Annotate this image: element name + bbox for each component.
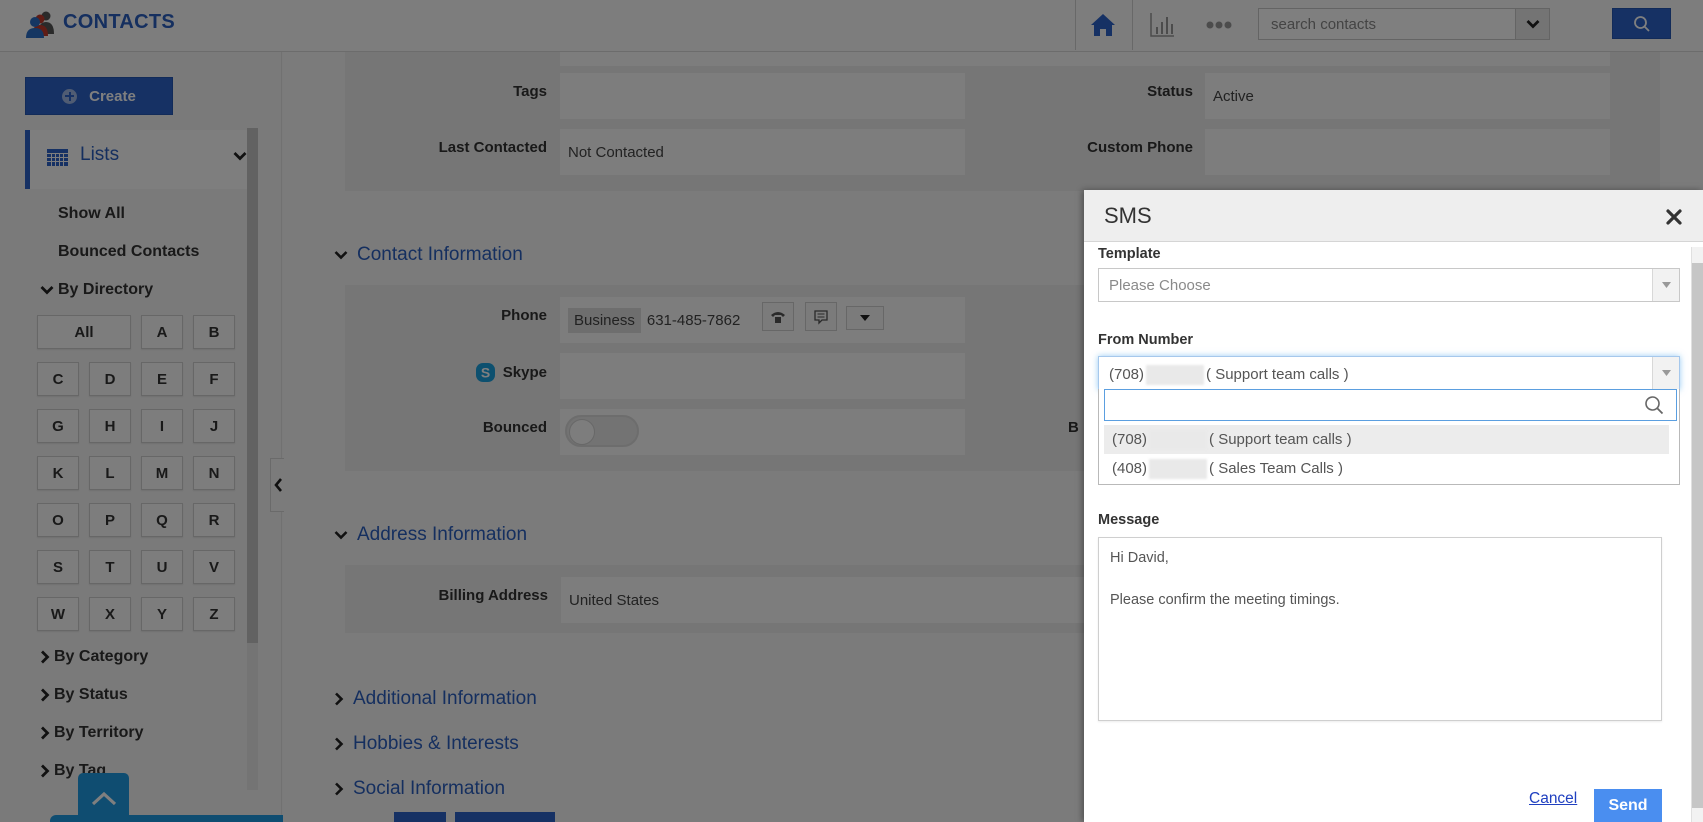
from-number-option[interactable]: (408) ( Sales Team Calls ): [1104, 454, 1669, 483]
modal-scrollbar[interactable]: [1691, 247, 1703, 822]
dropdown-search-input[interactable]: [1105, 390, 1635, 420]
send-button[interactable]: Send: [1594, 789, 1662, 822]
redacted-number: [1146, 365, 1205, 385]
area-code: (408): [1112, 460, 1148, 477]
sms-modal-title: SMS: [1104, 203, 1152, 228]
sms-modal-body: Template Please Choose From Number (708)…: [1084, 242, 1689, 822]
from-number-selected: (708) ( Support team calls ): [1109, 365, 1349, 385]
number-name: ( Sales Team Calls ): [1209, 460, 1343, 477]
redacted-number: [1149, 429, 1208, 450]
from-number-option[interactable]: (708) ( Support team calls ): [1104, 425, 1669, 454]
message-textarea[interactable]: [1098, 537, 1662, 721]
template-select[interactable]: Please Choose: [1098, 268, 1680, 302]
redacted-number: [1149, 458, 1208, 479]
template-placeholder: Please Choose: [1109, 277, 1211, 294]
number-name: ( Support team calls ): [1209, 431, 1352, 448]
caret-down-icon: [1661, 282, 1671, 288]
from-number-dropdown: (708) ( Support team calls ) (408) ( Sales…: [1098, 389, 1680, 485]
modal-scrollbar-thumb[interactable]: [1692, 263, 1703, 808]
sms-modal: SMS Template Please Choose From Number (…: [1084, 190, 1703, 822]
from-number-select[interactable]: (708) ( Support team calls ): [1098, 356, 1680, 390]
close-icon[interactable]: [1664, 207, 1684, 227]
dropdown-arrow: [1652, 269, 1679, 301]
from-number-label: From Number: [1098, 332, 1194, 348]
caret-down-icon: [1661, 370, 1671, 376]
number-name: ( Support team calls ): [1206, 365, 1349, 383]
cancel-link[interactable]: Cancel: [1529, 790, 1577, 808]
dropdown-search-box: [1104, 389, 1677, 421]
dropdown-arrow: [1652, 357, 1679, 389]
message-label: Message: [1098, 512, 1160, 528]
search-icon: [1645, 396, 1664, 415]
area-code: (708): [1112, 431, 1148, 448]
sms-modal-header: SMS: [1084, 190, 1703, 242]
area-code: (708): [1109, 365, 1145, 383]
template-label: Template: [1098, 246, 1161, 262]
